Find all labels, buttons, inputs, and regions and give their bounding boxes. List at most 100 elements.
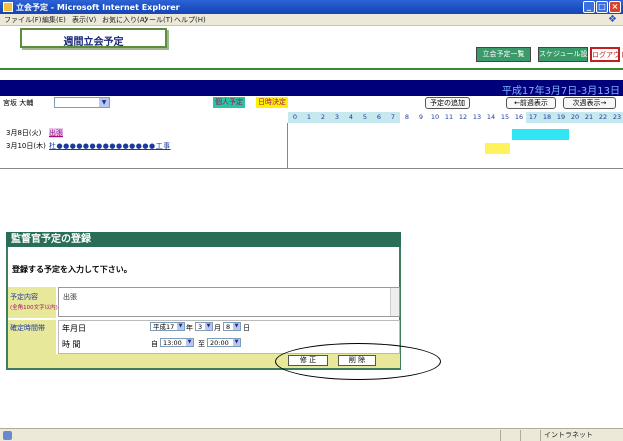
hour-cell: 3 [330,112,344,123]
hour-cell: 11 [444,113,454,121]
content-textarea[interactable]: 出張 [58,287,400,317]
hour-cell: 1 [302,112,316,123]
schedule-date: 3月10日(木) [6,142,46,150]
hour-cell: 7 [386,112,400,123]
status-divider [500,430,501,441]
schedule-date: 3月8日(火) [6,129,42,137]
hour-cell: 2 [316,112,330,123]
to-time-select[interactable]: 20:00 ▼ [207,338,241,347]
menu-help[interactable]: ヘルプ(H) [174,15,206,25]
textarea-scrollbar[interactable] [390,288,399,316]
grid-divider-horizontal [0,168,623,169]
menu-bar: ファイル(F) 編集(E) 表示(V) お気に入り(A) ツール(T) ヘルプ(… [0,14,623,26]
schedule-entry-link[interactable]: 杜●●●●●●●●●●●●●●●工事 [49,141,171,151]
content-value: 出張 [63,293,77,301]
minimize-button[interactable]: _ [583,1,595,13]
window-titlebar: 立会予定 - Microsoft Internet Explorer _ □ × [0,0,623,14]
hour-cell: 18 [540,112,554,123]
day-unit: 日 [243,324,250,332]
maximize-button[interactable]: □ [596,1,608,13]
status-divider [540,430,541,441]
hour-cell: 13 [472,113,482,121]
legend-personal-schedule: 個人予定 [213,97,245,108]
windows-flag-icon: ❖ [608,14,617,25]
hour-cell: 17 [526,112,540,123]
page-title-box: 週間立会予定 [20,28,167,48]
hour-cell: 10 [430,113,440,121]
date-row-label: 年月日 [62,324,86,333]
logout-button[interactable]: ログアウト [590,47,623,62]
hour-cell: 20 [568,112,582,123]
status-bar: イントラネット [0,428,623,441]
content-label-cell: 予定内容 (全角100文字以内) [8,287,58,318]
user-select[interactable]: ▼ [54,97,110,108]
chevron-down-icon: ▼ [177,323,184,330]
hour-cell: 16 [514,113,524,121]
hour-cell: 23 [610,112,623,123]
month-value: 3 [198,323,203,331]
week-date-range: 平成17年3月7日-3月13日 [501,86,620,97]
chevron-down-icon: ▼ [233,339,240,346]
close-button[interactable]: × [609,1,621,13]
to-prefix: 至 [198,340,205,348]
hour-cell: 8 [404,113,410,121]
content-label: 予定内容 [10,293,38,301]
ie-app-icon [3,2,13,12]
add-schedule-button[interactable]: 予定の追加 [425,97,470,109]
chevron-down-icon: ▼ [233,323,240,330]
year-unit: 年 [186,324,193,332]
content-note: (全角100文字以内) [10,305,58,311]
month-unit: 月 [214,324,221,332]
page-title: 週間立会予定 [63,37,124,48]
highlight-oval [275,343,441,380]
schedule-entry-link[interactable]: 出張 [49,128,63,138]
menu-favorites[interactable]: お気に入り(A) [102,15,147,25]
time-label-cell: 確定時間帯 [8,320,56,354]
schedule-settings-button[interactable]: スケジュール設定 [538,47,595,62]
era-text: 平成 [153,323,166,331]
chevron-down-icon: ▼ [186,339,193,346]
hour-cell: 4 [344,112,358,123]
time-block-confirmed[interactable] [485,143,510,154]
hour-cell: 5 [358,112,372,123]
user-name: 宮坂 大輔 [3,99,34,107]
legend-date-confirmed: 日時決定 [256,97,288,108]
month-select[interactable]: 3 ▼ [195,322,213,331]
hour-cell: 14 [486,113,496,121]
hour-cell: 15 [500,113,510,121]
hour-cell: 9 [418,113,424,121]
hour-cell: 6 [372,112,386,123]
time-block-personal[interactable] [512,129,569,140]
time-row-label: 時 間 [62,340,81,349]
day-value: 8 [226,323,231,331]
prev-week-button[interactable]: ←前週表示 [506,97,556,109]
chevron-down-icon: ▼ [205,323,212,330]
menu-file[interactable]: ファイル(F) [4,15,42,25]
from-prefix: 自 [151,340,158,348]
form-title: 監督官予定の登録 [6,232,401,247]
time-label: 確定時間帯 [10,324,45,332]
from-time-select[interactable]: 13:00 ▼ [160,338,194,347]
menu-view[interactable]: 表示(V) [72,15,96,25]
year-select[interactable]: 平成17 ▼ [150,322,185,331]
header-divider [0,68,623,70]
page-icon [3,431,12,440]
hour-cell: 12 [458,113,468,121]
status-divider [520,430,521,441]
hour-cell: 21 [582,112,596,123]
to-time-value: 20:00 [210,339,229,347]
chevron-down-icon: ▼ [99,98,109,107]
day-select[interactable]: 8 ▼ [223,322,241,331]
menu-edit[interactable]: 編集(E) [42,15,66,25]
from-time-value: 13:00 [163,339,182,347]
next-week-button[interactable]: 次週表示→ [563,97,616,109]
schedule-list-button[interactable]: 立会予定一覧 [476,47,531,62]
window-title: 立会予定 - Microsoft Internet Explorer [16,3,180,12]
form-instruction: 登録する予定を入力して下さい。 [12,265,132,274]
hour-cell: 19 [554,112,568,123]
schedule-row: 3月10日(木) 杜●●●●●●●●●●●●●●●工事 [0,140,623,151]
hour-cell: 0 [288,112,302,123]
hour-cell: 22 [596,112,610,123]
year-value: 17 [166,323,175,331]
menu-tools[interactable]: ツール(T) [142,15,173,25]
